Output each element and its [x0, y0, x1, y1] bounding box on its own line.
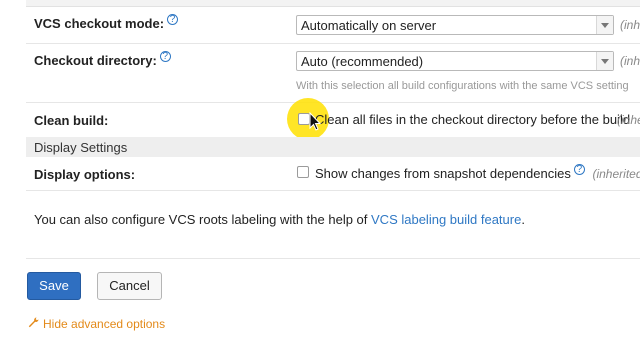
snapshot-changes-option[interactable]: Show changes from snapshot dependencies?… [315, 164, 640, 181]
vcs-labeling-note-end: . [521, 212, 525, 227]
checkout-directory-label: Checkout directory:? [34, 51, 171, 68]
inherited-label: (inhe [617, 113, 640, 127]
hide-advanced-options-link[interactable]: Hide advanced options [28, 317, 165, 331]
checkout-directory-select[interactable]: Auto (recommended) [296, 51, 614, 71]
divider [26, 43, 640, 44]
inherited-label: (inhe [620, 54, 640, 68]
help-icon[interactable]: ? [573, 164, 585, 175]
divider [26, 190, 640, 191]
vcs-checkout-mode-select[interactable]: Automatically on server [296, 15, 614, 35]
snapshot-changes-checkbox[interactable] [297, 166, 309, 178]
display-options-label: Display options: [34, 167, 136, 182]
inherited-label: (inherited) [592, 167, 640, 181]
clean-build-option-label[interactable]: Clean all files in the checkout director… [315, 112, 630, 127]
display-settings-title: Display Settings [34, 140, 128, 155]
vcs-labeling-note-text: You can also configure VCS roots labelin… [34, 212, 372, 227]
checkout-directory-label-text: Checkout directory: [34, 53, 157, 68]
vcs-checkout-mode-label: VCS checkout mode:? [34, 14, 179, 31]
section-header-cut [26, 0, 640, 7]
chevron-down-icon[interactable] [596, 52, 613, 70]
help-icon[interactable]: ? [167, 14, 179, 25]
wrench-icon [28, 317, 39, 331]
checkout-directory-value: Auto (recommended) [301, 54, 424, 69]
divider [26, 258, 640, 259]
chevron-down-icon[interactable] [596, 16, 613, 34]
display-settings-section: Display Settings [26, 137, 640, 157]
vcs-labeling-link[interactable]: VCS labeling build feature [371, 212, 521, 227]
cancel-button[interactable]: Cancel [97, 272, 162, 300]
vcs-labeling-note: You can also configure VCS roots labelin… [34, 212, 525, 227]
vcs-checkout-mode-label-text: VCS checkout mode: [34, 16, 165, 31]
mouse-cursor-icon [309, 112, 321, 131]
inherited-label: (inhe [620, 18, 640, 32]
divider [26, 102, 640, 103]
clean-build-label: Clean build: [34, 113, 109, 128]
save-button[interactable]: Save [27, 272, 81, 300]
hide-advanced-options-label: Hide advanced options [43, 317, 166, 331]
vcs-checkout-mode-value: Automatically on server [301, 18, 437, 33]
snapshot-changes-label: Show changes from snapshot dependencies [315, 166, 571, 181]
checkout-directory-note: With this selection all build configurat… [296, 80, 629, 92]
help-icon[interactable]: ? [159, 51, 171, 62]
